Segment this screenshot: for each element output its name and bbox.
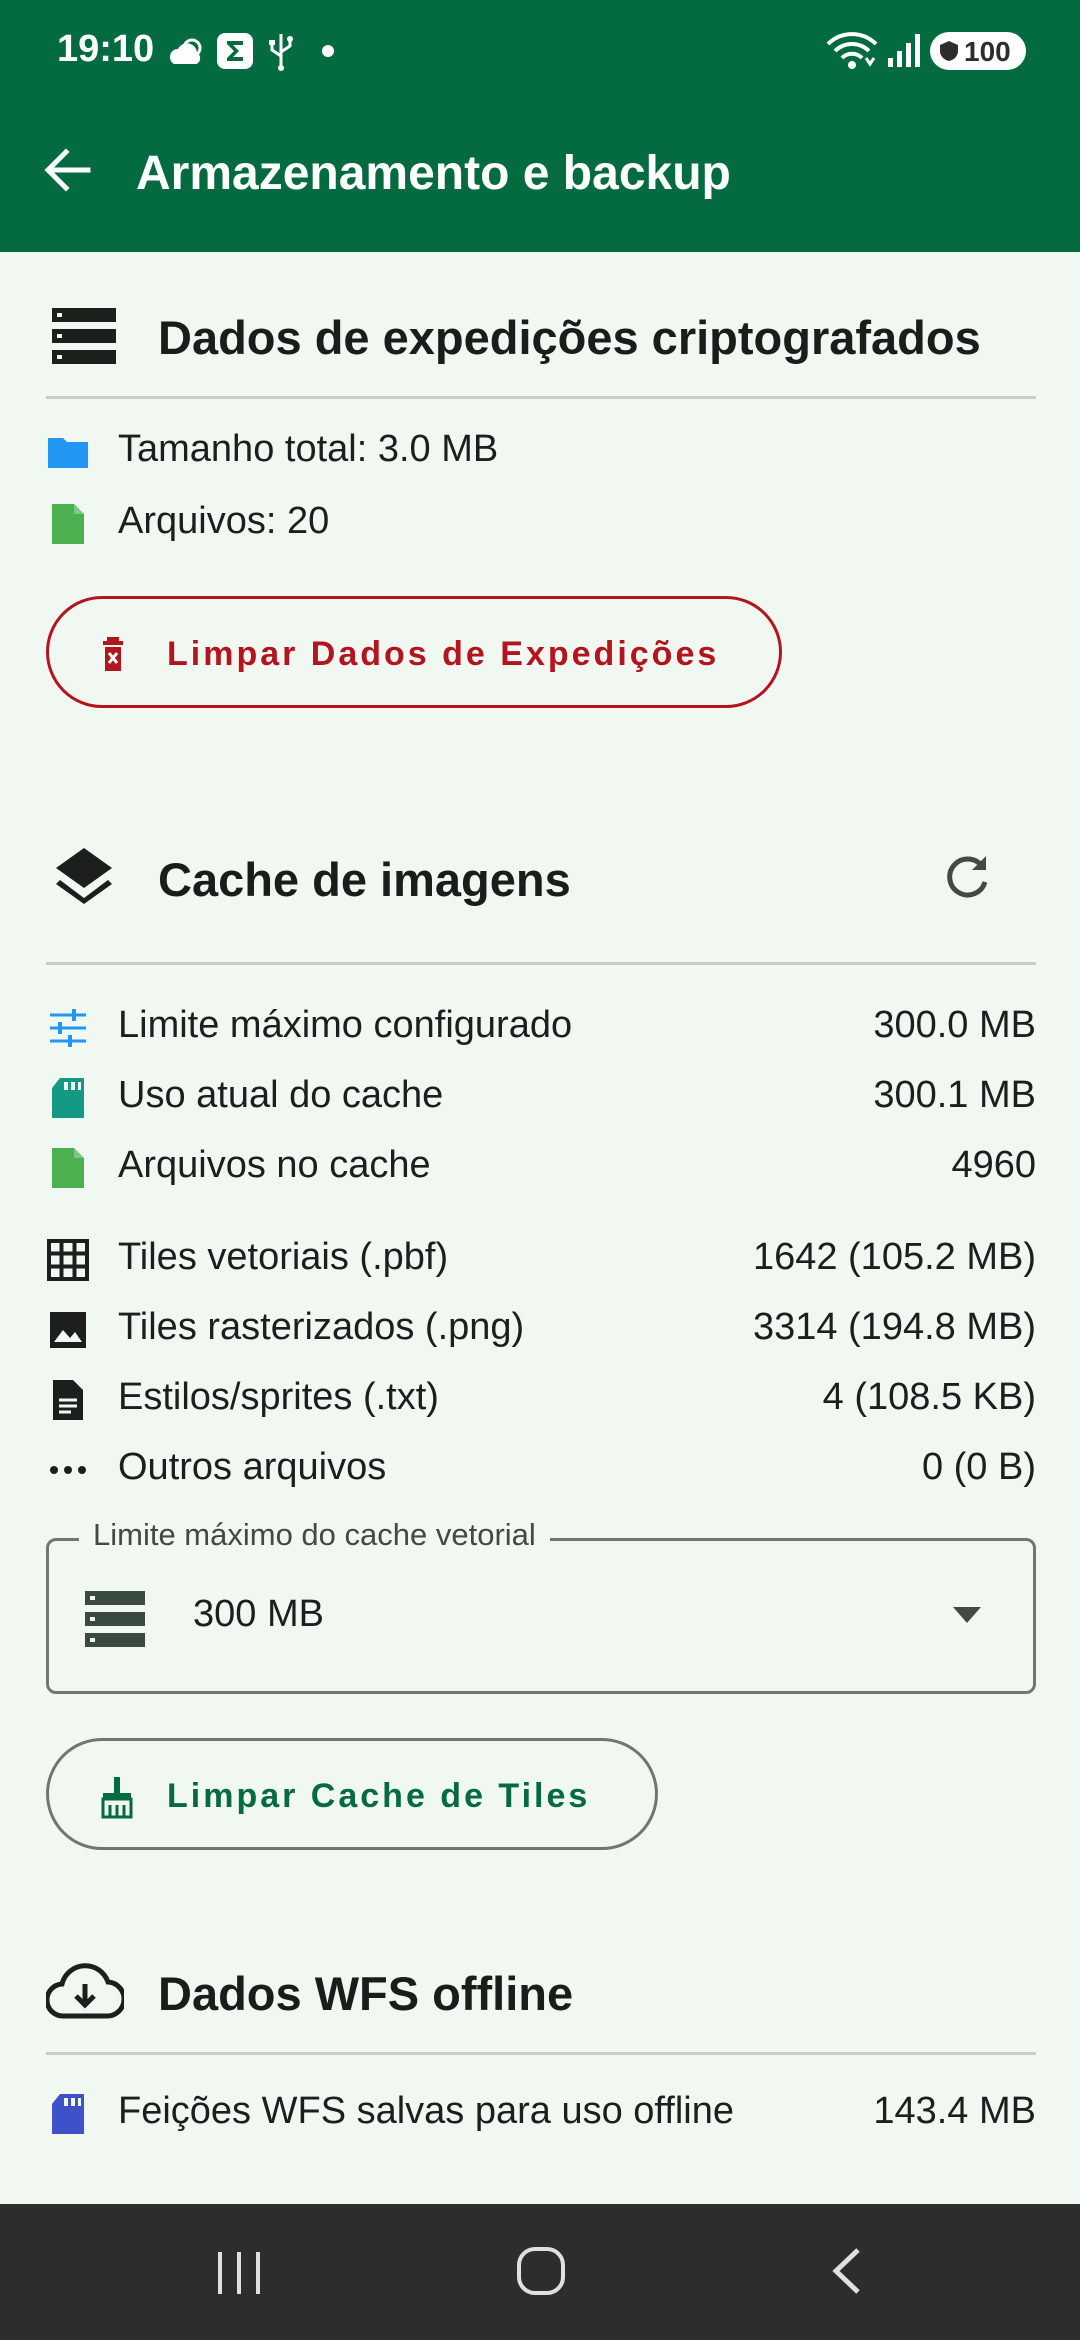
home-icon[interactable]	[516, 2246, 566, 2296]
list-item: Feições WFS salvas para uso offline 143.…	[46, 2082, 1036, 2142]
weather-icon	[169, 38, 202, 64]
cleaning-brush-icon	[101, 1777, 133, 1819]
list-item: Limite máximo configurado 300.0 MB	[46, 996, 1036, 1056]
tune-icon	[50, 1009, 86, 1047]
vector-tiles-value: 1642 (105.2 MB)	[752, 1236, 1036, 1278]
file-icon	[52, 1148, 84, 1188]
styles-sprites-value: 4 (108.5 KB)	[822, 1376, 1036, 1418]
cache-files-label: Arquivos no cache	[118, 1144, 431, 1186]
clear-tile-cache-button[interactable]: Limpar Cache de Tiles	[46, 1738, 658, 1850]
clear-expedition-data-button[interactable]: Limpar Dados de Expedições	[46, 596, 782, 708]
cache-section-header: Cache de imagens	[46, 830, 1036, 930]
divider	[46, 2052, 1036, 2055]
file-icon	[52, 504, 84, 544]
cache-files-value: 4960	[951, 1144, 1036, 1186]
document-icon	[53, 1380, 83, 1420]
list-item: Uso atual do cache 300.1 MB	[46, 1066, 1036, 1126]
dropdown-value: 300 MB	[193, 1593, 324, 1635]
list-item: Arquivos no cache 4960	[46, 1136, 1036, 1196]
cache-usage-label: Uso atual do cache	[118, 1074, 444, 1116]
wfs-features-value: 143.4 MB	[873, 2090, 1036, 2132]
vector-tiles-label: Tiles vetoriais (.pbf)	[118, 1236, 449, 1278]
other-files-value: 0 (0 B)	[921, 1446, 1036, 1488]
expedition-section-header: Dados de expedições criptografados	[46, 290, 1036, 390]
sd-card-icon	[52, 1078, 84, 1118]
app-bar: Armazenamento e backup	[0, 102, 1080, 252]
battery-level: 100	[964, 36, 1011, 67]
storage-list-icon	[52, 308, 116, 364]
refresh-icon[interactable]	[942, 852, 992, 902]
cache-limit-value: 300.0 MB	[873, 1004, 1036, 1046]
signal-icon	[888, 34, 920, 67]
wfs-features-label: Feições WFS salvas para uso offline	[118, 2090, 735, 2132]
dot-icon	[322, 45, 334, 57]
section-title: Dados de expedições criptografados	[158, 311, 981, 364]
divider	[46, 962, 1036, 965]
list-item: Estilos/sprites (.txt) 4 (108.5 KB)	[46, 1368, 1036, 1428]
wifi-icon	[826, 32, 878, 69]
list-item: Outros arquivos 0 (0 B)	[46, 1438, 1036, 1498]
clear-expedition-label: Limpar Dados de Expedições	[167, 635, 720, 673]
clear-tile-cache-label: Limpar Cache de Tiles	[167, 1777, 591, 1815]
more-horiz-icon	[50, 1466, 86, 1474]
other-files-label: Outros arquivos	[118, 1446, 387, 1488]
shield-icon	[940, 41, 958, 61]
sd-card-icon	[52, 2094, 84, 2134]
section-title: Dados WFS offline	[158, 1967, 574, 2020]
wfs-section-header: Dados WFS offline	[46, 1944, 1036, 2044]
battery-icon: 100	[930, 32, 1026, 70]
cloud-download-icon	[46, 1963, 124, 2019]
arrow-back-icon[interactable]	[38, 140, 98, 200]
folder-icon	[48, 438, 88, 468]
file-count-label: Arquivos: 20	[118, 500, 330, 542]
list-item: Tiles vetoriais (.pbf) 1642 (105.2 MB)	[46, 1228, 1036, 1288]
image-icon	[50, 1312, 86, 1348]
list-item: Arquivos: 20	[46, 492, 1036, 552]
list-item: Tamanho total: 3.0 MB	[46, 420, 1036, 480]
list-item: Tiles rasterizados (.png) 3314 (194.8 MB…	[46, 1298, 1036, 1358]
styles-sprites-label: Estilos/sprites (.txt)	[118, 1376, 439, 1418]
status-bar: 19:10 100	[0, 0, 1080, 102]
delete-icon	[103, 637, 123, 671]
layers-icon	[56, 848, 112, 904]
cache-usage-value: 300.1 MB	[873, 1074, 1036, 1116]
sigma-icon	[217, 33, 253, 69]
storage-icon	[85, 1591, 145, 1647]
system-nav-bar	[0, 2204, 1080, 2340]
raster-tiles-value: 3314 (194.8 MB)	[752, 1306, 1036, 1348]
grid-icon	[47, 1239, 89, 1281]
divider	[46, 396, 1036, 399]
back-icon[interactable]	[826, 2246, 866, 2296]
status-time: 19:10	[57, 28, 155, 70]
page-title: Armazenamento e backup	[136, 147, 731, 200]
dropdown-label: Limite máximo do cache vetorial	[79, 1517, 550, 1553]
cache-limit-dropdown[interactable]: Limite máximo do cache vetorial 300 MB	[46, 1517, 1036, 1694]
cache-limit-label: Limite máximo configurado	[118, 1004, 573, 1046]
chevron-down-icon	[953, 1607, 981, 1623]
section-title: Cache de imagens	[158, 853, 571, 906]
raster-tiles-label: Tiles rasterizados (.png)	[118, 1306, 525, 1348]
usb-icon	[269, 34, 293, 71]
recents-icon[interactable]	[214, 2250, 264, 2296]
total-size-label: Tamanho total: 3.0 MB	[118, 428, 499, 470]
